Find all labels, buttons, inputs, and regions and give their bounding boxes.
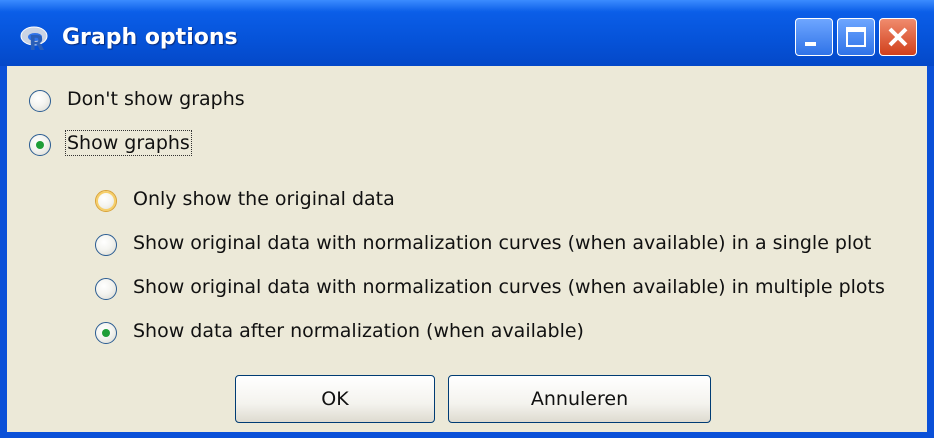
single-plot-radio[interactable] [95,234,117,256]
dialog-body: Don't show graphs Show graphs Only show … [7,66,927,432]
only-original-data-label[interactable]: Only show the original data [133,188,395,210]
radio-selected-dot [36,141,44,149]
maximize-icon [846,27,866,47]
radio-selected-dot [102,329,110,337]
svg-text:R: R [29,31,44,52]
window-title: Graph options [62,25,238,50]
close-icon [888,27,908,47]
minimize-button[interactable] [795,18,833,56]
ok-button[interactable]: OK [235,375,435,423]
multiple-plots-radio[interactable] [95,278,117,300]
dont-show-graphs-label[interactable]: Don't show graphs [67,88,245,110]
show-graphs-radio[interactable] [29,134,51,156]
show-graphs-label[interactable]: Show graphs [65,130,192,156]
after-normalization-radio[interactable] [95,322,117,344]
close-button[interactable] [879,18,917,56]
maximize-button[interactable] [837,18,875,56]
r-logo-icon: R [20,26,48,52]
after-normalization-label[interactable]: Show data after normalization (when avai… [133,320,584,342]
dont-show-graphs-radio[interactable] [29,90,51,112]
single-plot-label[interactable]: Show original data with normalization cu… [133,232,871,254]
minimize-icon [805,42,816,46]
multiple-plots-label[interactable]: Show original data with normalization cu… [133,276,885,298]
title-bar[interactable]: R Graph options [0,0,934,66]
only-original-data-radio[interactable] [95,190,117,212]
cancel-button[interactable]: Annuleren [448,375,711,423]
graph-options-window: R Graph options Don't show graphs Show g… [0,0,934,438]
